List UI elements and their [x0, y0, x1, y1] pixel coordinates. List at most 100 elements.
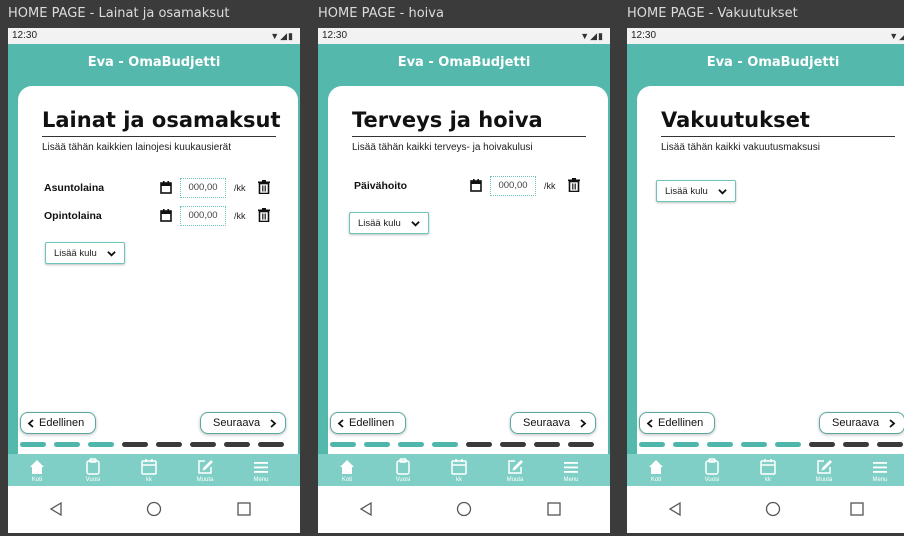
- bottom-tab-bar: Koti Vuosi kk Muuta Menu: [627, 454, 904, 486]
- window-title: HOME PAGE - hoiva: [318, 6, 444, 21]
- system-navigation-bar: [627, 486, 904, 533]
- signal-battery-icon: ▼◢▮: [889, 31, 904, 41]
- previous-button[interactable]: Edellinen: [639, 412, 715, 434]
- previous-label: Edellinen: [658, 417, 704, 429]
- tab-month[interactable]: kk: [743, 454, 793, 486]
- tab-edit[interactable]: Muuta: [180, 454, 230, 486]
- next-button[interactable]: Seuraava: [819, 412, 904, 434]
- bottom-tab-bar: Koti Vuosi kk Muuta Menu: [8, 454, 300, 486]
- previous-label: Edellinen: [349, 417, 395, 429]
- add-expense-dropdown[interactable]: Lisää kulu: [349, 212, 429, 234]
- edit-icon: [817, 460, 832, 474]
- home-circle-icon[interactable]: [456, 501, 472, 517]
- year-icon: [396, 458, 410, 475]
- per-month-label: /kk: [544, 181, 556, 191]
- tab-menu[interactable]: Menu: [236, 454, 286, 486]
- add-expense-label: Lisää kulu: [358, 218, 401, 229]
- tab-home[interactable]: Koti: [12, 454, 62, 486]
- trash-icon[interactable]: [258, 208, 270, 222]
- phone: 12:30 ▼◢▮ Eva - OmaBudjetti Vakuutukset …: [627, 28, 904, 533]
- back-icon[interactable]: [667, 501, 683, 517]
- chevron-left-icon: [27, 419, 34, 428]
- title-divider: [661, 136, 895, 137]
- tab-label: Vuosi: [85, 477, 101, 483]
- next-button[interactable]: Seuraava: [510, 412, 596, 434]
- home-icon: [649, 460, 663, 474]
- window-title: HOME PAGE - Vakuutukset: [627, 6, 798, 21]
- home-circle-icon[interactable]: [146, 501, 162, 517]
- recents-icon[interactable]: [546, 501, 562, 517]
- chevron-left-icon: [646, 419, 653, 428]
- add-expense-label: Lisää kulu: [54, 248, 97, 259]
- amount-input[interactable]: 000,00: [490, 176, 536, 196]
- calendar-icon[interactable]: [470, 179, 482, 192]
- expense-label: Asuntolaina: [44, 182, 105, 194]
- tab-year[interactable]: Vuosi: [68, 454, 118, 486]
- tab-year[interactable]: Vuosi: [687, 454, 737, 486]
- progress-step-complete: [741, 442, 767, 447]
- home-circle-icon[interactable]: [765, 501, 781, 517]
- tab-menu[interactable]: Menu: [855, 454, 904, 486]
- amount-input[interactable]: 000,00: [180, 178, 226, 198]
- tab-home[interactable]: Koti: [631, 454, 681, 486]
- title-divider: [42, 136, 276, 137]
- expense-row: Päivähoito 000,00 /kk: [354, 176, 588, 198]
- expense-row: Asuntolaina 000,00 /kk: [44, 178, 278, 200]
- tab-year[interactable]: Vuosi: [378, 454, 428, 486]
- chevron-down-icon: [718, 189, 727, 195]
- tab-label: kk: [456, 477, 462, 483]
- screen-health: HOME PAGE - hoiva 12:30 ▼◢▮ Eva - OmaBud…: [318, 0, 610, 536]
- status-bar: 12:30 ▼◢▮: [8, 28, 300, 44]
- tab-label: kk: [146, 477, 152, 483]
- calendar-icon[interactable]: [160, 181, 172, 194]
- chevron-right-icon: [580, 419, 587, 428]
- tab-label: Koti: [31, 477, 43, 483]
- recents-icon[interactable]: [849, 501, 865, 517]
- status-time: 12:30: [631, 30, 657, 41]
- calendar-icon: [141, 459, 157, 475]
- menu-icon: [873, 462, 887, 473]
- progress-step-pending: [809, 442, 835, 447]
- tab-month[interactable]: kk: [124, 454, 174, 486]
- progress-step-complete: [398, 442, 424, 447]
- tab-month[interactable]: kk: [434, 454, 484, 486]
- calendar-icon: [451, 459, 467, 475]
- system-navigation-bar: [8, 486, 300, 533]
- tab-edit[interactable]: Muuta: [799, 454, 849, 486]
- progress-step-complete: [330, 442, 356, 447]
- progress-step-complete: [775, 442, 801, 447]
- trash-icon[interactable]: [568, 178, 580, 192]
- add-expense-dropdown[interactable]: Lisää kulu: [656, 180, 736, 202]
- tab-label: Vuosi: [704, 477, 720, 483]
- next-button[interactable]: Seuraava: [200, 412, 286, 434]
- recents-icon[interactable]: [236, 501, 252, 517]
- previous-button[interactable]: Edellinen: [330, 412, 406, 434]
- add-expense-label: Lisää kulu: [665, 186, 708, 197]
- progress-step-complete: [88, 442, 114, 447]
- title-divider: [352, 136, 586, 137]
- tab-label: Menu: [253, 477, 269, 483]
- trash-icon[interactable]: [258, 180, 270, 194]
- add-expense-dropdown[interactable]: Lisää kulu: [45, 242, 125, 264]
- app-title: Eva - OmaBudjetti: [706, 55, 840, 70]
- tab-menu[interactable]: Menu: [546, 454, 596, 486]
- tab-label: Koti: [650, 477, 662, 483]
- app-title: Eva - OmaBudjetti: [397, 55, 531, 70]
- chevron-left-icon: [337, 419, 344, 428]
- chevron-down-icon: [411, 221, 420, 227]
- tab-edit[interactable]: Muuta: [490, 454, 540, 486]
- menu-icon: [254, 462, 268, 473]
- back-icon[interactable]: [48, 501, 64, 517]
- tab-home[interactable]: Koti: [322, 454, 372, 486]
- content-card: Lainat ja osamaksut Lisää tähän kaikkien…: [18, 86, 298, 466]
- previous-button[interactable]: Edellinen: [20, 412, 96, 434]
- status-bar: 12:30 ▼◢▮: [627, 28, 904, 44]
- expense-label: Opintolaina: [44, 210, 102, 222]
- back-icon[interactable]: [358, 501, 374, 517]
- edit-icon: [508, 460, 523, 474]
- amount-input[interactable]: 000,00: [180, 206, 226, 226]
- chevron-right-icon: [270, 419, 277, 428]
- calendar-icon[interactable]: [160, 209, 172, 222]
- tab-label: Koti: [341, 477, 353, 483]
- progress-step-complete: [54, 442, 80, 447]
